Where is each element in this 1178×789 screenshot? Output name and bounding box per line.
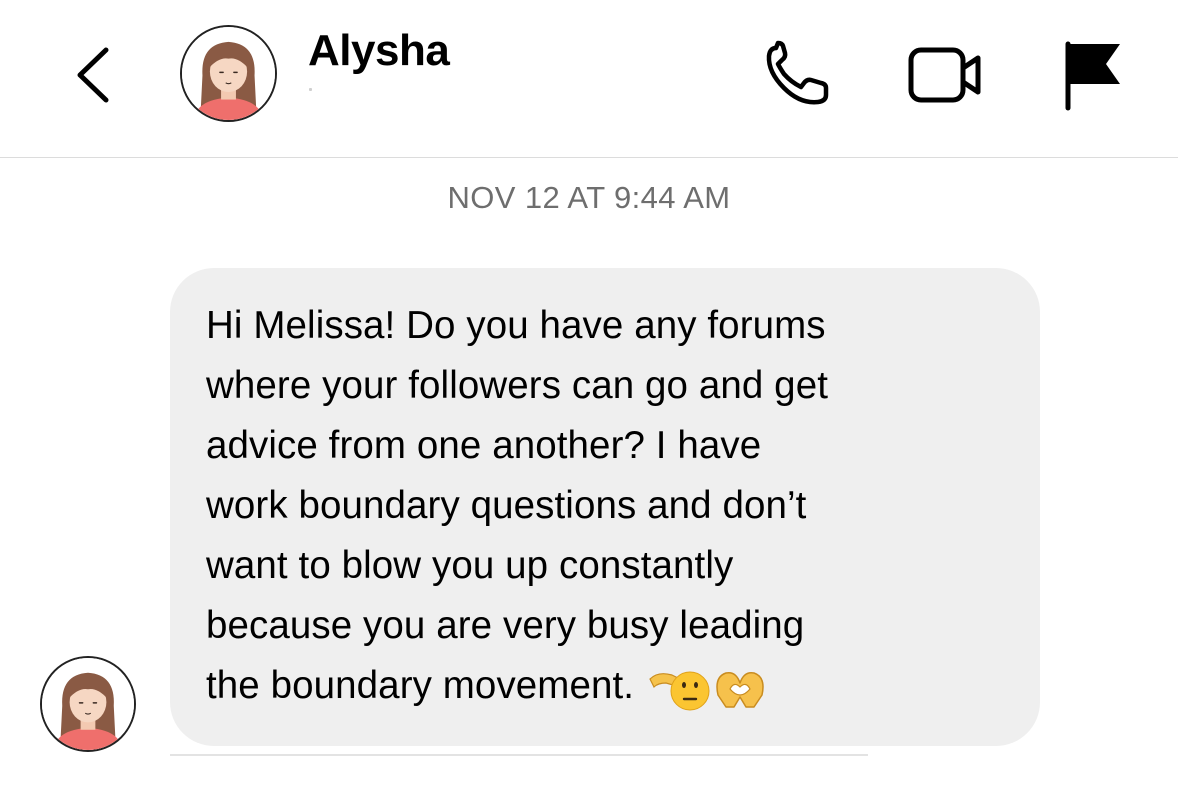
chat-header: Alysha: [0, 0, 1178, 158]
message-bubble[interactable]: Hi Melissa! Do you have any forums where…: [170, 268, 1040, 746]
call-button[interactable]: [760, 38, 836, 110]
message-timestamp: NOV 12 AT 9:44 AM: [447, 180, 731, 215]
video-call-button[interactable]: [906, 40, 986, 108]
bubble-divider: [170, 754, 868, 756]
avatar-illustration: [182, 27, 275, 120]
report-button[interactable]: [1060, 38, 1124, 112]
message-emojis: [648, 667, 768, 713]
saluting-face-icon: [649, 671, 710, 711]
chevron-left-icon: [77, 47, 109, 103]
sender-avatar[interactable]: [40, 656, 136, 752]
contact-name[interactable]: Alysha: [308, 26, 450, 76]
avatar-illustration: [42, 658, 134, 750]
contact-subtitle-mark: [309, 88, 312, 91]
flag-icon: [1065, 41, 1120, 111]
heart-hands-icon: [716, 671, 764, 708]
video-camera-icon: [908, 47, 981, 103]
phone-icon: [766, 40, 829, 105]
back-button[interactable]: [70, 42, 120, 108]
message-text: Hi Melissa! Do you have any forums where…: [206, 304, 828, 707]
contact-avatar[interactable]: [180, 25, 277, 122]
